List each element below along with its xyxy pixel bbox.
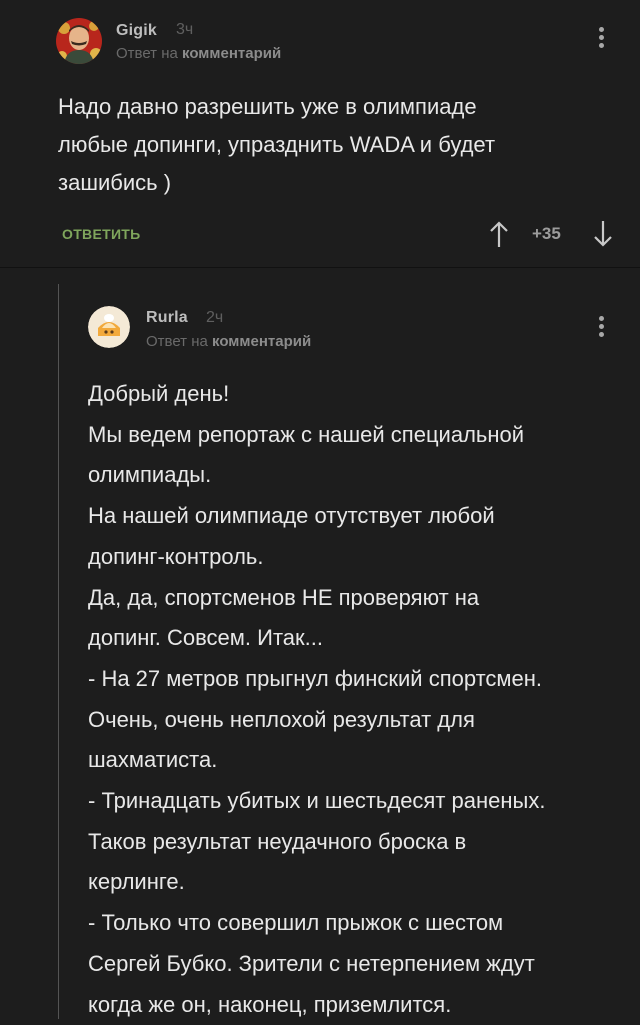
text-line: Да, да, спортсменов НЕ проверяют на — [88, 584, 480, 610]
text-line: - На 27 метров прыгнул финский спортсмен… — [88, 665, 543, 691]
reply-prefix: Ответ на — [146, 333, 208, 350]
avatar-image — [56, 18, 102, 64]
vote-score: +35 — [532, 224, 561, 243]
thread-line[interactable] — [58, 284, 59, 1019]
avatar[interactable] — [88, 306, 130, 348]
text-line: шахматиста. — [88, 747, 218, 773]
avatar-image — [88, 306, 130, 348]
text-line: Очень, очень неплохой результат для — [88, 706, 475, 732]
kebab-vertical-icon[interactable] — [592, 313, 610, 347]
kebab-vertical-icon[interactable] — [592, 24, 610, 58]
reply-info: Ответ на комментарий — [116, 45, 281, 62]
text-line: допинг-контроль. — [88, 543, 264, 569]
text-line: керлинге. — [88, 869, 185, 895]
comment-time: 3ч — [176, 21, 194, 38]
author-name[interactable]: Gigik — [116, 22, 157, 40]
reply-button[interactable]: ОТВЕТИТЬ — [62, 226, 141, 242]
comment-text: Надо давно разрешить уже в олимпиаде люб… — [58, 94, 496, 195]
text-line: допинг. Совсем. Итак... — [88, 625, 323, 651]
divider — [0, 267, 640, 268]
arrow-up-icon[interactable] — [488, 220, 510, 248]
reply-text: Добрый день! Мы ведем репортаж с нашей с… — [88, 374, 628, 1025]
avatar[interactable] — [56, 18, 102, 64]
text-line: Мы ведем репортаж с нашей специальной — [88, 421, 525, 447]
text-line: На нашей олимпиаде отутствует любой — [88, 503, 495, 529]
comment: Gigik 3ч Ответ на комментарий Надо давно… — [0, 0, 640, 268]
text-line: - Только что совершил прыжок с шестом — [88, 910, 504, 936]
reply-prefix: Ответ на — [116, 45, 178, 62]
reply-target-link[interactable]: комментарий — [182, 45, 281, 62]
reply-target-link[interactable]: комментарий — [212, 333, 311, 350]
reply-info: Ответ на комментарий — [146, 333, 311, 350]
text-line: Таков результат неудачного броска в — [88, 828, 467, 854]
text-line: - Тринадцать убитых и шестьдесят раненых… — [88, 788, 546, 814]
author-name[interactable]: Rurla — [146, 309, 188, 327]
text-line: Сергей Бубко. Зрители с нетерпением ждут — [88, 950, 535, 976]
text-line: Добрый день! — [88, 381, 230, 406]
comment-time: 2ч — [206, 309, 224, 326]
text-line: олимпиады. — [88, 462, 212, 488]
arrow-down-icon[interactable] — [592, 220, 614, 248]
